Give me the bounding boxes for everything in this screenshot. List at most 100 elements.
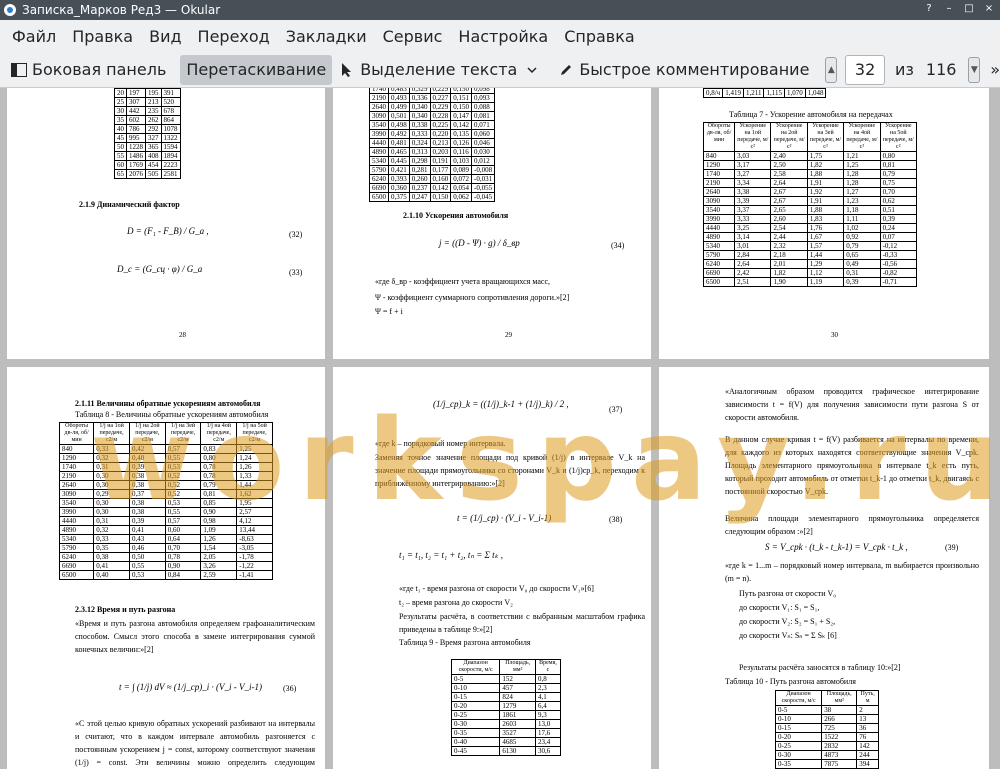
table-cell: 0,33 — [93, 534, 130, 544]
table-row: 5340 0,33 0,43 0,64 1,26 -8,63 — [58, 534, 273, 544]
help-window-icon[interactable]: ? — [922, 2, 936, 16]
table-row: 3540 0,30 0,38 0,53 0,85 1,95 — [58, 498, 273, 508]
table-cell: 1,95 — [236, 498, 273, 508]
table-cell: 3,26 — [200, 561, 238, 571]
menu-tools[interactable]: Сервис — [375, 27, 451, 46]
menu-bookmarks[interactable]: Закладки — [278, 27, 375, 46]
table-cell: 1,23 — [843, 196, 881, 206]
table-cell: 0,90 — [164, 561, 202, 571]
table-cell: 0,281 — [408, 165, 431, 175]
table-cell: 602 — [126, 115, 146, 125]
table-cell: 2,67 — [770, 196, 808, 206]
menu-edit[interactable]: Правка — [64, 27, 141, 46]
page-29: 1740 0,483 0,329 0,229 0,150 0,098 2190 0,493 0,… — [333, 88, 651, 359]
table-header-cell: Ускорение на 2ой передаче, м/с² — [770, 122, 808, 152]
okular-app-icon — [2, 3, 18, 17]
previous-page-icon[interactable]: ▲ — [825, 56, 838, 83]
toolbar-overflow-button[interactable]: » — [990, 60, 1000, 79]
table-header-cell: Площадь, мм² — [821, 690, 858, 706]
table-cell: 864 — [160, 115, 181, 125]
table-cell: 0,375 — [388, 192, 410, 202]
interval-number-note: «где k – порядковый номер интервала. — [375, 439, 506, 448]
distance-to-v2: до скорости V₂: S₂ = S₁ + S₂, — [739, 617, 836, 626]
table-row: 5340 0,445 0,298 0,191 0,103 0,012 — [369, 156, 496, 166]
table-header-row: Обороты дв-ля, об/мин 1/j на 1ой передаче… — [58, 422, 273, 445]
table-cell: 1,29 — [806, 259, 845, 269]
table-cell: 0,30 — [93, 498, 130, 508]
rotating-mass-note: «где δ_вр - коэффициент учета вращающихс… — [375, 277, 551, 286]
table-cell: 0-25 — [774, 741, 823, 751]
table-cell: 824 — [499, 692, 537, 702]
table-cell: 2,3 — [535, 683, 561, 693]
table-cell: 235 — [145, 106, 162, 116]
table-cell: 6500 — [369, 192, 389, 202]
table-cell: -0,82 — [879, 268, 918, 278]
formula-34: j = ((D - Ψ) · g) / δ_вр — [439, 238, 520, 248]
browse-tool-button[interactable]: Перетаскивание — [180, 54, 333, 85]
table-cell: 3540 — [702, 205, 736, 215]
results-table10-text: Результаты расчёта заносятся в таблицу 1… — [739, 663, 901, 672]
table-cell: 20 — [114, 88, 127, 98]
quick-annotation-button[interactable]: Быстрое комментирование — [551, 55, 815, 85]
page-number: 29 — [505, 331, 512, 339]
table-cell: 0,126 — [450, 138, 472, 148]
maximize-window-icon[interactable]: □ — [962, 2, 976, 16]
sidebar-toggle-button[interactable]: Боковая панель — [4, 55, 172, 85]
table-cell: 1,19 — [806, 277, 845, 287]
table-cell: 0,92 — [843, 232, 881, 242]
table-cell: 0,030 — [470, 147, 496, 157]
table-cell: 0,150 — [450, 88, 472, 94]
table-cell: -8,63 — [236, 534, 273, 544]
table-cell: 454 — [145, 160, 162, 170]
table-cell: 5340 — [58, 534, 95, 544]
menu-view[interactable]: Вид — [141, 27, 189, 46]
table-row: 2190 0,30 0,38 0,52 0,78 1,33 — [58, 471, 273, 481]
minimize-window-icon[interactable]: – — [942, 2, 956, 16]
table-cell: 408 — [145, 151, 162, 161]
table-header-cell: 1/j на 3ей передаче, с2/м — [164, 422, 202, 445]
table-cell: 2076 — [126, 169, 146, 179]
table-cell: 2190 — [58, 471, 95, 481]
menu-settings[interactable]: Настройка — [450, 27, 556, 46]
document-view[interactable]: 20 197 195 391 25 307 213 520 30 442 235 678 35 602 26… — [0, 88, 1000, 769]
text-select-tool-button[interactable]: Выделение текста — [332, 55, 551, 85]
table-cell: 0,177 — [429, 165, 452, 175]
menu-go[interactable]: Переход — [190, 27, 278, 46]
table-cell: -0,031 — [470, 174, 496, 184]
table-cell: 365 — [145, 142, 162, 152]
table-cell: 6690 — [58, 561, 95, 571]
table-row: 3090 0,501 0,340 0,228 0,147 0,081 — [369, 111, 496, 121]
table-cell: 0-35 — [774, 759, 823, 769]
table-cell: 0,81 — [200, 489, 238, 499]
table-cell: 0,247 — [408, 192, 431, 202]
table-cell: 5340 — [702, 241, 736, 251]
next-page-icon[interactable]: ▼ — [968, 56, 981, 83]
table-cell: 6240 — [702, 259, 736, 269]
table-row: 3990 0,30 0,38 0,55 0,90 2,57 — [58, 507, 273, 517]
page-number-input[interactable]: 32 — [845, 54, 885, 85]
chevron-down-icon[interactable] — [523, 61, 541, 79]
table-row: 65 2076 505 2581 — [114, 169, 181, 179]
table-cell: 0,46 — [128, 543, 166, 553]
table-cell: 55 — [114, 151, 127, 161]
table-cell: 0,501 — [388, 111, 410, 121]
table-cell: 0,35 — [93, 543, 130, 553]
table-row: 0-40 4685 23,4 — [450, 737, 561, 747]
formula-32-number: (32) — [289, 230, 303, 239]
table-cell: 4890 — [369, 147, 389, 157]
table-cell: -1,41 — [236, 570, 273, 580]
formula-32: D = (F₁ - F_B) / G_a , — [127, 226, 209, 236]
table-row: 3540 0,498 0,338 0,225 0,142 0,071 — [369, 120, 496, 130]
table-cell: -3,05 — [236, 543, 273, 553]
sidebar-icon — [10, 61, 28, 79]
close-window-icon[interactable]: × — [982, 2, 996, 16]
table-cell: 0-10 — [450, 683, 501, 693]
table-cell: 0,229 — [429, 88, 452, 94]
table-row: 4440 0,31 0,39 0,57 0,98 4,12 — [58, 516, 273, 526]
table-cell: 0,498 — [388, 120, 410, 130]
menu-help[interactable]: Справка — [556, 27, 643, 46]
menu-file[interactable]: Файл — [4, 27, 64, 46]
table-cell: 38 — [821, 705, 858, 715]
table-cell: 6130 — [499, 746, 537, 756]
formula-34-number: (34) — [611, 241, 625, 250]
